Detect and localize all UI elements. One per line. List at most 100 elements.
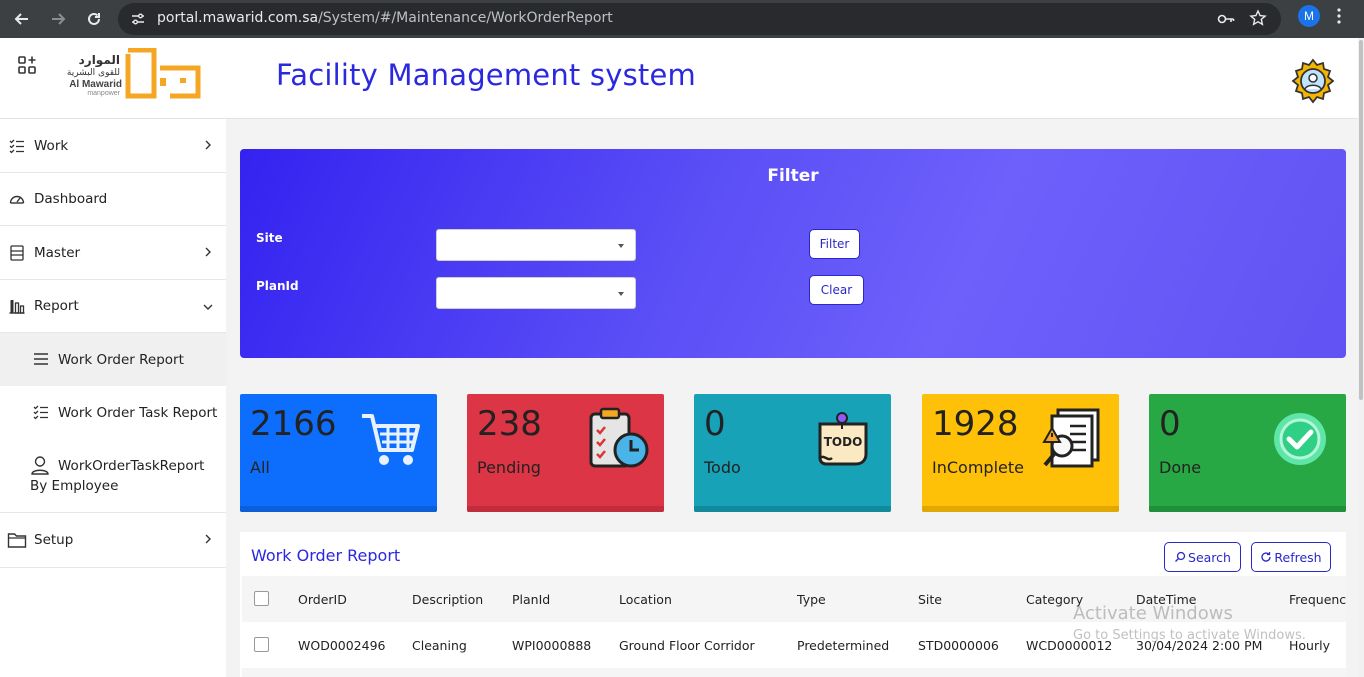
sidebar-item-label-line2: By Employee: [30, 478, 119, 494]
stat-label: Done: [1159, 458, 1202, 477]
sidebar-item-master[interactable]: Master: [0, 226, 226, 280]
sidebar-item-work-order-report[interactable]: Work Order Report: [0, 333, 226, 386]
column-header[interactable]: PlanId: [512, 576, 550, 622]
document-warning-icon: [1042, 408, 1100, 468]
sidebar-item-setup[interactable]: Setup: [0, 513, 226, 568]
person-icon: [31, 456, 49, 475]
logo-mark-icon: [125, 48, 201, 99]
sidebar-item-work[interactable]: Work: [0, 119, 226, 173]
filter-button[interactable]: Filter: [809, 229, 860, 259]
planid-select[interactable]: [436, 277, 636, 309]
stat-card-incomplete[interactable]: 1928 InComplete: [922, 394, 1119, 512]
stat-value: 1928: [932, 404, 1019, 444]
column-header[interactable]: Site: [918, 576, 942, 622]
table-row[interactable]: [242, 668, 1346, 677]
row-checkbox[interactable]: [254, 637, 269, 652]
stat-card-done[interactable]: 0 Done: [1149, 394, 1346, 512]
stat-card-bar: [922, 506, 1119, 512]
column-header[interactable]: OrderID: [298, 576, 347, 622]
sidebar-item-label: Master: [34, 244, 81, 261]
sidebar-item-report[interactable]: Report: [0, 280, 226, 333]
table-cell: Predetermined: [797, 637, 890, 653]
chevron-right-icon: [205, 534, 211, 544]
menu-lines-icon: [34, 353, 48, 365]
stat-card-bar: [1149, 506, 1346, 512]
stat-label: Todo: [704, 458, 741, 477]
refresh-button-label: Refresh: [1274, 549, 1322, 565]
sidebar-item-work-order-task-report[interactable]: Work Order Task Report: [0, 386, 226, 439]
table-cell: WPI0000888: [512, 637, 592, 653]
stat-card-bar: [240, 506, 437, 512]
svg-text:TODO: TODO: [824, 435, 863, 449]
column-header[interactable]: Description: [412, 576, 483, 622]
company-logo[interactable]: الموارد للقوى البشرية Al Mawarid manpowe…: [62, 48, 204, 102]
back-arrow-icon[interactable]: [10, 7, 34, 31]
forward-arrow-icon[interactable]: [46, 7, 70, 31]
list-box-icon: [10, 245, 24, 261]
site-settings-icon[interactable]: [130, 11, 146, 27]
sidebar-item-label: Work Order Report: [58, 351, 184, 368]
chevron-right-icon: [205, 140, 211, 150]
folder-icon: [7, 533, 27, 548]
url-text: portal.mawarid.com.sa/System/#/Maintenan…: [157, 10, 613, 26]
reload-icon[interactable]: [82, 7, 106, 31]
user-settings-icon[interactable]: [1290, 58, 1336, 104]
stat-label: Pending: [477, 458, 541, 477]
stat-card-bar: [467, 506, 664, 512]
report-title: Work Order Report: [251, 546, 401, 565]
chevron-right-icon: [205, 247, 211, 257]
sidebar-item-dashboard[interactable]: Dashboard: [0, 173, 226, 226]
logo-arabic-subtitle: للقوى البشرية: [66, 68, 120, 78]
site-select[interactable]: [436, 229, 636, 261]
filter-panel: Filter Site PlanId Filter Clear: [240, 149, 1346, 358]
url-host: portal.mawarid.com.sa: [157, 10, 319, 26]
checklist-icon: [33, 405, 48, 420]
sidebar-item-label: Work: [34, 137, 69, 154]
stat-value: 238: [477, 404, 542, 444]
check-circle-icon: [1274, 413, 1326, 465]
column-header[interactable]: Frequenc: [1289, 576, 1346, 622]
url-path: /System/#/Maintenance/WorkOrderReport: [318, 10, 613, 26]
sidebar-item-task-report-by-employee[interactable]: WorkOrderTaskReport By Employee: [0, 439, 226, 513]
search-button-label: Search: [1188, 549, 1231, 565]
select-all-checkbox[interactable]: [254, 591, 269, 606]
todo-note-icon: TODO: [818, 412, 868, 466]
stat-card-bar: [694, 506, 891, 512]
key-icon[interactable]: [1216, 9, 1236, 33]
stat-value: 0: [704, 404, 726, 444]
caret-down-icon: [618, 292, 624, 296]
column-header[interactable]: Location: [619, 576, 672, 622]
address-bar[interactable]: portal.mawarid.com.sa/System/#/Maintenan…: [118, 3, 1281, 35]
logo-english-subtitle: manpower: [87, 90, 120, 97]
search-button[interactable]: Search: [1164, 542, 1241, 572]
sidebar-item-label: WorkOrderTaskReport: [58, 458, 205, 474]
stat-card-todo[interactable]: 0 Todo TODO: [694, 394, 891, 512]
browser-toolbar: portal.mawarid.com.sa/System/#/Maintenan…: [0, 0, 1364, 38]
table-cell: WOD0002496: [298, 637, 386, 653]
caret-down-icon: [618, 244, 624, 248]
bar-chart-icon: [9, 300, 25, 314]
stat-card-pending[interactable]: 238 Pending: [467, 394, 664, 512]
stat-card-all[interactable]: 2166 All: [240, 394, 437, 512]
clipboard-clock-icon: [589, 407, 649, 468]
browser-menu-icon[interactable]: [1336, 6, 1342, 31]
page-scrollbar-thumb[interactable]: [1359, 40, 1363, 400]
table-cell: STD0000006: [918, 637, 999, 653]
stat-label: InComplete: [932, 458, 1024, 477]
profile-avatar[interactable]: M: [1298, 5, 1320, 27]
app-header: الموارد للقوى البشرية Al Mawarid manpowe…: [0, 38, 1364, 119]
page-title: Facility Management system: [276, 58, 696, 92]
checklist-icon: [9, 139, 24, 154]
sidebar-item-label: Work Order Task Report: [58, 404, 218, 421]
refresh-button[interactable]: Refresh: [1251, 542, 1331, 572]
refresh-icon: [1261, 552, 1272, 562]
apps-grid-icon[interactable]: [17, 55, 37, 75]
column-header[interactable]: Type: [797, 576, 826, 622]
logo-arabic-name: الموارد: [78, 53, 120, 67]
filter-title: Filter: [767, 166, 819, 186]
clear-button[interactable]: Clear: [809, 275, 864, 305]
shopping-cart-icon: [362, 414, 420, 465]
bookmark-star-icon[interactable]: [1249, 9, 1267, 31]
stat-label: All: [250, 458, 270, 477]
logo-english-name: Al Mawarid: [69, 79, 122, 90]
